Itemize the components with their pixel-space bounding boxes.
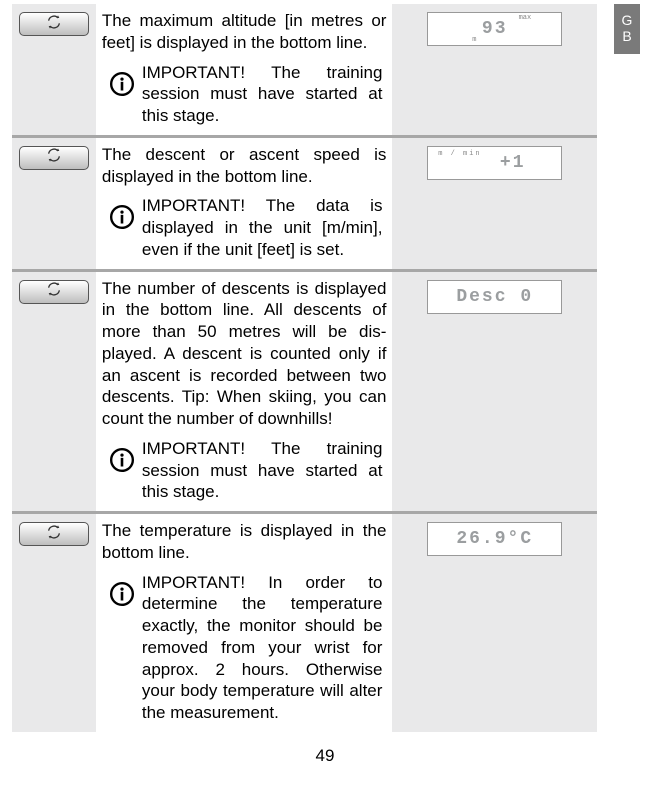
lcd-display: max 93 m [427,12,562,46]
lcd-display: 26.9°C [427,522,562,556]
note-text: IMPORTANT! The training session must hav… [142,438,387,503]
description-cell: The maximum altitude [in metres or feet]… [96,4,393,136]
table-row: The descent or ascent speed is displayed… [12,136,597,270]
button-cell [12,270,96,513]
cycle-icon [46,524,62,545]
note-text: IMPORTANT! The data is displayed in the … [142,195,387,260]
note: IMPORTANT! In order to determine the tem… [102,572,387,724]
table-row: The number of descents is displayed in t… [12,270,597,513]
feature-table: The maximum altitude [in metres or feet]… [12,4,597,732]
info-icon [102,62,142,97]
info-icon [102,195,142,230]
display-value: 93 [482,19,508,39]
display-cell: 26.9°C [392,513,597,732]
table-row: The temperature is displayed in the bott… [12,513,597,732]
display-value: 26.9°C [456,529,533,549]
display-cell: Desc 0 [392,270,597,513]
button-cell [12,136,96,270]
cycle-icon [46,147,62,168]
row-description: The temperature is displayed in the bott… [102,520,387,564]
button-cell [12,4,96,136]
description-cell: The number of descents is displayed in t… [96,270,393,513]
note: IMPORTANT! The training session must hav… [102,62,387,127]
manual-page: G B The maximum altitude [in metres or f… [0,0,650,786]
display-label-m: m [472,36,476,44]
table-row: The maximum altitude [in metres or feet]… [12,4,597,136]
display-cell: max 93 m [392,4,597,136]
description-cell: The descent or ascent speed is displayed… [96,136,393,270]
page-number: 49 [12,746,638,766]
display-cell: m / min +1 [392,136,597,270]
cycle-button [19,146,89,170]
lcd-display: Desc 0 [427,280,562,314]
note: IMPORTANT! The data is displayed in the … [102,195,387,260]
row-description: The descent or ascent speed is displayed… [102,144,387,188]
note: IMPORTANT! The training session must hav… [102,438,387,503]
cycle-icon [46,281,62,302]
display-label-mmin: m / min [438,150,481,158]
lcd-display: m / min +1 [427,146,562,180]
cycle-button [19,522,89,546]
description-cell: The temperature is displayed in the bott… [96,513,393,732]
row-description: The maximum altitude [in metres or feet]… [102,10,387,54]
display-value: Desc 0 [456,287,533,307]
cycle-icon [46,14,62,35]
cycle-button [19,12,89,36]
note-text: IMPORTANT! In order to determine the tem… [142,572,387,724]
button-cell [12,513,96,732]
info-icon [102,572,142,607]
display-label-max: max [519,14,532,22]
language-tab: G B [614,4,640,54]
display-value: +1 [500,153,526,173]
info-icon [102,438,142,473]
row-description: The number of descents is displayed in t… [102,278,387,430]
note-text: IMPORTANT! The training session must hav… [142,62,387,127]
cycle-button [19,280,89,304]
